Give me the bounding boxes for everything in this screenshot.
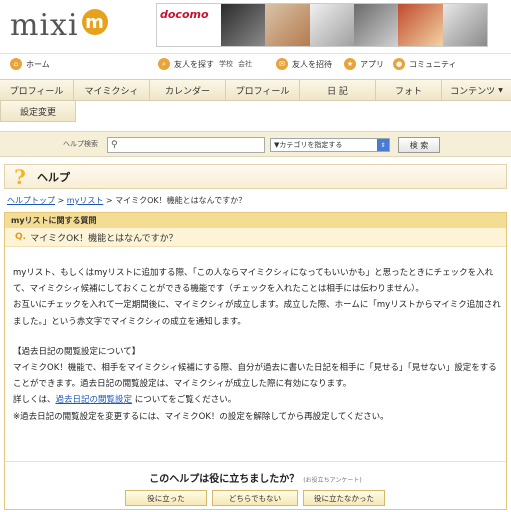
help-search-label: ヘルプ検索 xyxy=(63,140,98,148)
answer-paragraph: myリスト、もしくはmyリストに追加する際、「この人ならマイミクシィになってもい… xyxy=(13,268,494,295)
breadcrumb-mylist[interactable]: myリスト xyxy=(67,196,104,205)
feedback-note: (お役立ちアンケート) xyxy=(303,477,362,484)
banner-image xyxy=(309,4,354,46)
answer-paragraph: お互いにチェックを入れて一定期間後に、マイミクシィが成立します。成立した際、ホー… xyxy=(13,300,501,327)
answer-subheading: 【過去日記の閲覧設定について】 xyxy=(13,346,141,357)
apps-icon: ★ xyxy=(344,58,356,70)
magnifier-icon: ⚲ xyxy=(111,140,118,150)
nav-community[interactable]: ● コミュニティ xyxy=(393,58,457,70)
helpful-button[interactable]: 役に立った xyxy=(125,490,207,506)
banner-image xyxy=(353,4,399,46)
not-helpful-button[interactable]: 役に立たなかった xyxy=(303,490,385,506)
qa-box: myリストに関する質問 Q. マイミクOK！機能とはなんですか？ myリスト、も… xyxy=(4,212,507,510)
question-prefix: Q. xyxy=(15,232,27,242)
nav-find-friends-label: 友人を探す xyxy=(174,59,214,69)
answer-text: についてをご覧ください。 xyxy=(132,395,237,406)
nav-school[interactable]: 学校 xyxy=(219,59,233,69)
home-icon: ⌂ xyxy=(10,58,22,70)
nav-invite[interactable]: ✉ 友人を招待 xyxy=(276,58,332,70)
mixi-logo[interactable]: mixi m xyxy=(10,7,108,43)
answer-note: ※過去日記の閲覧設定を変更するには、マイミクOK！の設定を解除してから再設定して… xyxy=(13,411,389,422)
community-icon: ● xyxy=(393,58,405,70)
banner-image xyxy=(221,4,266,46)
question-mark-icon: ? xyxy=(14,164,26,189)
qa-section-title: myリストに関する質問 xyxy=(5,213,506,228)
logo-text: mixi xyxy=(10,7,79,43)
feedback-section: このヘルプは役に立ちましたか？ (お役立ちアンケート) 役に立った どちらでもない… xyxy=(5,461,506,511)
banner-image xyxy=(265,4,310,46)
tab-contents-label: コンテンツ xyxy=(450,86,496,97)
category-select-value: ▼カテゴリを指定する xyxy=(274,141,343,149)
breadcrumb-separator: > xyxy=(103,196,116,205)
tab-profile-2[interactable]: プロフィール xyxy=(226,80,300,100)
search-icon: ⌕ xyxy=(158,58,170,70)
tab-mymixi[interactable]: マイミクシィ xyxy=(74,80,150,100)
nav-home-label: ホーム xyxy=(26,59,50,69)
page-title: ヘルプ xyxy=(37,170,70,184)
nav-invite-label: 友人を招待 xyxy=(292,59,332,69)
header: mixi m docomo xyxy=(0,0,511,52)
chevron-down-icon: ▼ xyxy=(498,86,503,94)
nav-home[interactable]: ⌂ ホーム xyxy=(10,58,50,70)
help-heading: ? ヘルプ xyxy=(4,164,507,189)
banner-brand: docomo xyxy=(157,4,221,46)
answer-paragraph: マイミクOK！機能で、相手をマイミクシィ候補にする際、自分が過去に書いた日記を相… xyxy=(13,363,497,390)
main-tabs: プロフィール マイミクシィ カレンダー プロフィール 日 記 フォト コンテンツ… xyxy=(0,79,511,101)
neutral-button[interactable]: どちらでもない xyxy=(212,490,298,506)
feedback-question: このヘルプは役に立ちましたか？ (お役立ちアンケート) xyxy=(5,470,506,485)
nav-community-label: コミュニティ xyxy=(409,59,457,69)
banner-image xyxy=(442,4,487,46)
answer-text: 詳しくは、 xyxy=(13,395,56,406)
banner-image xyxy=(398,4,443,46)
qa-question: Q. マイミクOK！機能とはなんですか？ xyxy=(5,228,506,247)
tab-diary[interactable]: 日 記 xyxy=(300,80,376,100)
logo-badge: m xyxy=(81,9,108,35)
tab-photo[interactable]: フォト xyxy=(376,80,442,100)
search-button[interactable]: 検 索 xyxy=(398,137,440,153)
help-search-input[interactable]: ⚲ xyxy=(107,137,265,153)
nav-apps[interactable]: ★ アプリ xyxy=(344,58,384,70)
ad-banner[interactable]: docomo xyxy=(156,3,488,47)
question-text: マイミクOK！機能とはなんですか？ xyxy=(30,233,178,244)
feedback-question-text: このヘルプは役に立ちましたか？ xyxy=(149,474,300,485)
category-select[interactable]: ▼カテゴリを指定する ⇕ xyxy=(270,138,390,152)
diary-setting-link[interactable]: 過去日記の閲覧設定 xyxy=(56,395,133,405)
select-arrow-icon: ⇕ xyxy=(377,139,389,151)
nav-company[interactable]: 会社 xyxy=(238,59,252,69)
tab-settings[interactable]: 設定変更 xyxy=(0,101,76,122)
invite-icon: ✉ xyxy=(276,58,288,70)
qa-answer: myリスト、もしくはmyリストに追加する際、「この人ならマイミクシィになってもい… xyxy=(13,265,501,425)
tab-contents[interactable]: コンテンツ ▼ xyxy=(442,80,511,100)
top-navigation: ⌂ ホーム ⌕ 友人を探す 学校 会社 ✉ 友人を招待 ★ アプリ ● コミュニ… xyxy=(0,53,511,75)
nav-apps-label: アプリ xyxy=(360,59,384,69)
breadcrumb-separator: > xyxy=(55,196,67,205)
help-search-bar: ヘルプ検索 ⚲ ▼カテゴリを指定する ⇕ 検 索 xyxy=(0,131,511,157)
nav-find-friends[interactable]: ⌕ 友人を探す 学校 会社 xyxy=(158,58,252,70)
tab-calendar[interactable]: カレンダー xyxy=(150,80,226,100)
breadcrumb-help-top[interactable]: ヘルプトップ xyxy=(7,196,55,205)
breadcrumb: ヘルプトップ > myリスト > マイミクOK！機能とはなんですか？ xyxy=(7,195,246,206)
answer-paragraph: 詳しくは、過去日記の閲覧設定 についてをご覧ください。 xyxy=(13,392,501,408)
tab-profile[interactable]: プロフィール xyxy=(0,80,74,100)
breadcrumb-current: マイミクOK！機能とはなんですか？ xyxy=(115,196,247,205)
